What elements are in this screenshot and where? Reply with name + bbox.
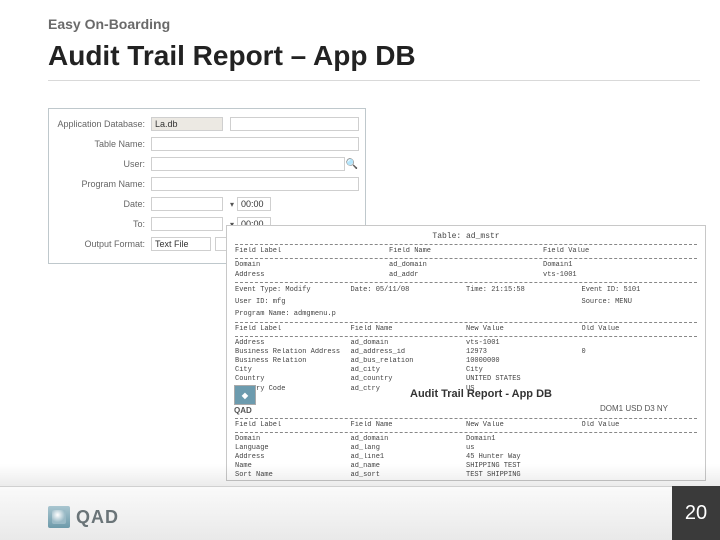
program-name-field[interactable]: [151, 177, 359, 191]
output-format-field[interactable]: Text File: [151, 237, 211, 251]
output-format-label: Output Format:: [55, 239, 151, 249]
title-divider: [48, 80, 700, 81]
date-label: Date:: [55, 199, 151, 209]
app-db-field-ext[interactable]: [230, 117, 359, 131]
event-meta: User ID: mfg Source: MENU: [235, 298, 697, 307]
report-rule: [235, 418, 697, 419]
col-label: Old Value: [582, 325, 698, 334]
report-header-4col: Field Label Field Name New Value Old Val…: [235, 325, 697, 334]
user-label: User:: [55, 159, 151, 169]
report-header-4col: Field Label Field Name New Value Old Val…: [235, 421, 697, 430]
to-label: To:: [55, 219, 151, 229]
col-label: Old Value: [582, 421, 698, 430]
event-meta: Event Type: Modify Date: 05/11/08 Time: …: [235, 286, 697, 295]
col-label: Field Name: [351, 325, 467, 334]
app-db-field[interactable]: La.db: [151, 117, 223, 131]
col-label: New Value: [466, 325, 582, 334]
report-rule: [235, 432, 697, 433]
user-field[interactable]: [151, 157, 345, 171]
qad-logo: QAD: [48, 506, 119, 528]
col-label: Field Name: [351, 421, 467, 430]
page-number: 20: [672, 486, 720, 540]
report-row: Addressad_line145 Hunter Way: [235, 453, 697, 462]
date-field[interactable]: [151, 197, 223, 211]
footer: QAD 20: [0, 486, 720, 540]
report-rule: [235, 322, 697, 323]
qad-mini-text: QAD: [234, 406, 252, 415]
report-row: Addressad_domainvts-1001: [235, 339, 697, 348]
report-output: Table: ad_mstr Field Label Field Name Fi…: [226, 225, 706, 481]
col-label: New Value: [466, 421, 582, 430]
col-label: Field Name: [389, 247, 543, 256]
report-rule: [235, 244, 697, 245]
event-meta: Program Name: admgmenu.p: [235, 310, 697, 319]
report-row: Languagead_langus: [235, 444, 697, 453]
app-db-label: Application Database:: [55, 119, 151, 129]
report-row: Domain ad_domain Domain1: [235, 261, 697, 270]
footer-shadow: [0, 464, 720, 486]
table-name-label: Table Name:: [55, 139, 151, 149]
report-row: Business Relationad_bus_relation10000000: [235, 357, 697, 366]
qad-mini-logo-icon: ◆: [234, 385, 256, 405]
report-rule: [235, 258, 697, 259]
report-row: Cityad_cityCity: [235, 366, 697, 375]
search-icon[interactable]: 🔍: [345, 157, 359, 171]
slide-subtitle: Easy On-Boarding: [48, 16, 170, 32]
col-label: Field Value: [543, 247, 697, 256]
report-table-name: Table: ad_mstr: [235, 232, 697, 242]
col-label: Field Label: [235, 325, 351, 334]
report-row: Business Relation Addressad_address_id12…: [235, 348, 697, 357]
to-field[interactable]: [151, 217, 223, 231]
report-rule: [235, 282, 697, 283]
date-time-field[interactable]: 00:00: [237, 197, 271, 211]
report-rule: [235, 336, 697, 337]
table-name-field[interactable]: [151, 137, 359, 151]
program-name-label: Program Name:: [55, 179, 151, 189]
qad-logo-text: QAD: [76, 507, 119, 528]
report-row: Domainad_domainDomain1: [235, 435, 697, 444]
report-header-3col: Field Label Field Name Field Value: [235, 247, 697, 256]
report-row: Countryad_countryUNITED STATES: [235, 375, 697, 384]
slide-title: Audit Trail Report – App DB: [48, 40, 416, 72]
qad-logo-icon: [48, 506, 70, 528]
col-label: Field Label: [235, 421, 351, 430]
report-inline-title: Audit Trail Report - App DB: [410, 388, 552, 400]
report-row: Address ad_addr vts-1001: [235, 271, 697, 280]
chevron-down-icon[interactable]: ▾: [227, 200, 237, 209]
report-inline-subtitle: DOM1 USD D3 NY: [600, 404, 668, 413]
col-label: Field Label: [235, 247, 389, 256]
